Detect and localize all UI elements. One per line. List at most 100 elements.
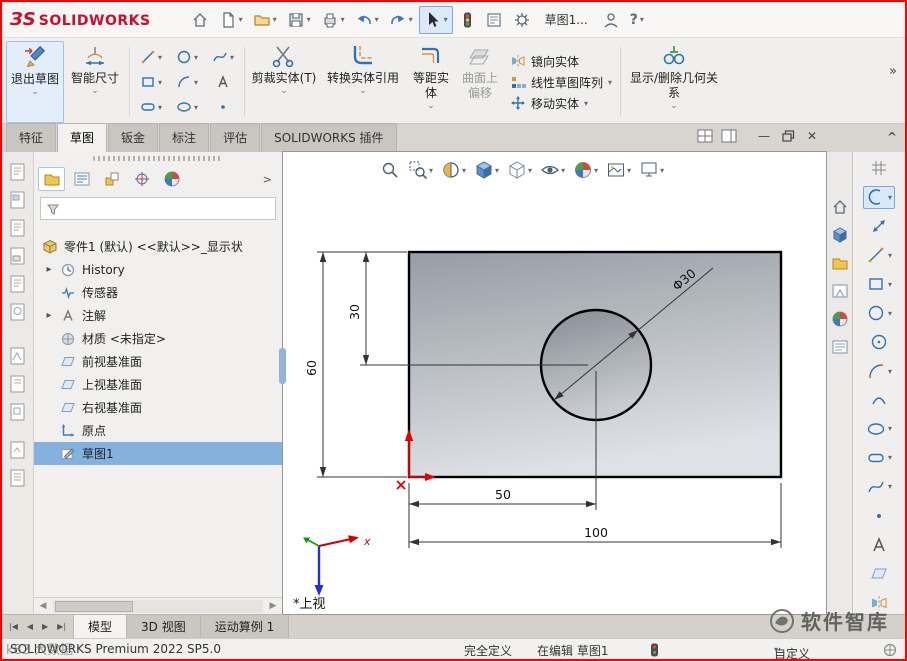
dropdown-icon[interactable]: ▾ <box>660 166 664 175</box>
left-toolbar-icon[interactable] <box>9 274 27 294</box>
slot-tool[interactable]: ▾ <box>133 95 169 120</box>
dropdown-icon[interactable]: ▾ <box>888 309 892 318</box>
tree-item-right-plane[interactable]: 右视基准面 <box>34 396 282 419</box>
dropdown-icon[interactable]: ▾ <box>640 15 644 24</box>
tab-solidworks-addins[interactable]: SOLIDWORKS 插件 <box>261 123 397 152</box>
offset-entities-button[interactable]: 等距实体 ⌄ <box>406 41 456 123</box>
first-tab-button[interactable]: |◀ <box>6 620 21 633</box>
dropdown-icon[interactable]: ▾ <box>888 280 892 289</box>
scrollbar-thumb[interactable] <box>55 600 133 612</box>
dropdown-icon[interactable]: ▾ <box>158 78 162 87</box>
task-3d-content-icon[interactable] <box>831 226 849 244</box>
left-toolbar-icon[interactable] <box>9 218 27 238</box>
select-tool-button[interactable]: ▾ <box>418 5 453 34</box>
dropdown-icon[interactable]: ▾ <box>528 166 532 175</box>
tree-item-sensors[interactable]: 传感器 <box>34 281 282 304</box>
dropdown-icon[interactable]: ▾ <box>239 15 243 24</box>
tab-property-manager[interactable] <box>68 167 95 191</box>
tab-dimxpert-manager[interactable] <box>128 167 155 191</box>
ribbon-overflow-button[interactable]: » <box>889 64 897 79</box>
dropdown-icon[interactable]: ▾ <box>194 103 198 112</box>
zoom-area-button[interactable]: ▾ <box>405 158 436 182</box>
prev-tab-button[interactable]: ◀ <box>24 620 36 633</box>
circle-tool[interactable]: ▾ <box>169 45 205 70</box>
redo-button[interactable]: ▾ <box>385 6 417 34</box>
help-button[interactable]: ? ▾ <box>626 6 648 34</box>
dropdown-icon[interactable]: ▾ <box>608 78 612 87</box>
next-tab-button[interactable]: ▶ <box>39 620 51 633</box>
left-toolbar-icon[interactable] <box>9 402 27 422</box>
slot-tool-button[interactable]: ▾ <box>866 446 892 469</box>
dropdown-icon[interactable]: ⌄ <box>280 87 288 96</box>
dropdown-icon[interactable]: ⌄ <box>670 102 678 111</box>
performance-button[interactable] <box>455 6 479 34</box>
dropdown-icon[interactable]: ▾ <box>888 482 892 491</box>
tree-item-material[interactable]: 材质 <未指定> <box>34 327 282 350</box>
dropdown-icon[interactable]: ▾ <box>561 166 565 175</box>
spline-tool-button[interactable]: ▾ <box>866 475 892 498</box>
arc-tool-button[interactable]: ▾ <box>866 360 892 383</box>
dropdown-icon[interactable]: ⌄ <box>31 88 39 97</box>
task-appearances-icon[interactable] <box>831 310 849 328</box>
hide-show-items-button[interactable]: ▾ <box>537 158 568 182</box>
panel-splitter-handle[interactable] <box>279 348 286 384</box>
pane-icon[interactable] <box>721 129 737 143</box>
status-right-icon[interactable] <box>883 643 897 659</box>
left-toolbar-icon[interactable] <box>9 302 27 322</box>
trim-entities-button[interactable]: 剪裁实体(T) ⌄ <box>248 41 320 123</box>
surface-offset-button[interactable]: 曲面上偏移 <box>456 41 504 123</box>
graphics-area[interactable]: ▾ ▾ ▾ ▾ ▾ ▾ ▾ ▾ 60 30 Φ30 50 100 x *上视 <box>282 151 827 615</box>
perimeter-circle-tool-button[interactable] <box>869 331 889 354</box>
dropdown-icon[interactable]: ▾ <box>194 53 198 62</box>
dropdown-icon[interactable]: ▾ <box>230 53 234 62</box>
tree-item-annotations[interactable]: ▸ 注解 <box>34 304 282 327</box>
minimize-button[interactable]: — <box>758 129 770 143</box>
expander-icon[interactable]: ▸ <box>44 310 54 321</box>
dropdown-icon[interactable]: ⌄ <box>91 87 99 96</box>
text-tool-button[interactable] <box>869 533 889 556</box>
arc-tool[interactable]: ▾ <box>169 70 205 95</box>
open-button[interactable]: ▾ <box>249 6 281 34</box>
view-orientation-button[interactable]: ▾ <box>471 158 502 182</box>
performance-status-icon[interactable] <box>650 643 660 659</box>
dropdown-icon[interactable]: ▾ <box>888 367 892 376</box>
section-view-button[interactable]: ▾ <box>438 158 469 182</box>
document-name[interactable]: 草图1... <box>545 11 588 28</box>
line-tool[interactable]: ▾ <box>133 45 169 70</box>
tab-markup[interactable]: 标注 <box>159 123 210 152</box>
tab-feature-manager[interactable] <box>38 167 65 191</box>
active-sketch-tool-button[interactable]: ▾ <box>862 185 895 209</box>
collapse-ribbon-button[interactable]: ^ <box>887 130 897 144</box>
ellipse-tool-button[interactable]: ▾ <box>866 417 892 440</box>
mirror-entities-button[interactable]: 镜向实体 <box>510 53 612 70</box>
rectangle-tool[interactable]: ▾ <box>133 70 169 95</box>
properties-button[interactable] <box>481 6 507 34</box>
dim-center-x-text[interactable]: 50 <box>495 487 511 502</box>
plane-tool-button[interactable] <box>869 562 889 585</box>
smart-dimension-button[interactable]: 智能尺寸 ⌄ <box>64 41 126 123</box>
point-tool-button[interactable] <box>869 504 889 527</box>
scroll-left-button[interactable]: ◀ <box>34 601 52 611</box>
task-design-library-icon[interactable] <box>831 254 849 272</box>
line-tool-button[interactable]: ▾ <box>866 244 892 267</box>
exit-sketch-button[interactable]: 退出草图 ⌄ <box>6 41 65 123</box>
dropdown-icon[interactable]: ▾ <box>462 166 466 175</box>
dropdown-icon[interactable]: ▾ <box>307 15 311 24</box>
last-tab-button[interactable]: ▶| <box>54 620 69 633</box>
dropdown-icon[interactable]: ▾ <box>888 424 892 433</box>
circle-tool-button[interactable]: ▾ <box>866 302 892 325</box>
dropdown-icon[interactable]: ▾ <box>627 166 631 175</box>
convert-entities-button[interactable]: 转换实体引用 ⌄ <box>320 41 406 123</box>
left-toolbar-icon[interactable] <box>9 468 27 488</box>
scroll-right-button[interactable]: ▶ <box>264 601 282 611</box>
display-relations-button[interactable]: 显示/删除几何关系 ⌄ <box>624 41 724 123</box>
tab-evaluate[interactable]: 评估 <box>210 123 261 152</box>
dropdown-icon[interactable]: ▾ <box>888 193 892 202</box>
tree-item-top-plane[interactable]: 上视基准面 <box>34 373 282 396</box>
spline-tool[interactable]: ▾ <box>205 45 241 70</box>
restore-button[interactable] <box>782 130 795 142</box>
zoom-fit-button[interactable] <box>377 158 403 182</box>
left-toolbar-icon[interactable] <box>9 374 27 394</box>
dimension-tool-button[interactable] <box>869 215 889 238</box>
edit-appearance-button[interactable]: ▾ <box>570 158 601 182</box>
